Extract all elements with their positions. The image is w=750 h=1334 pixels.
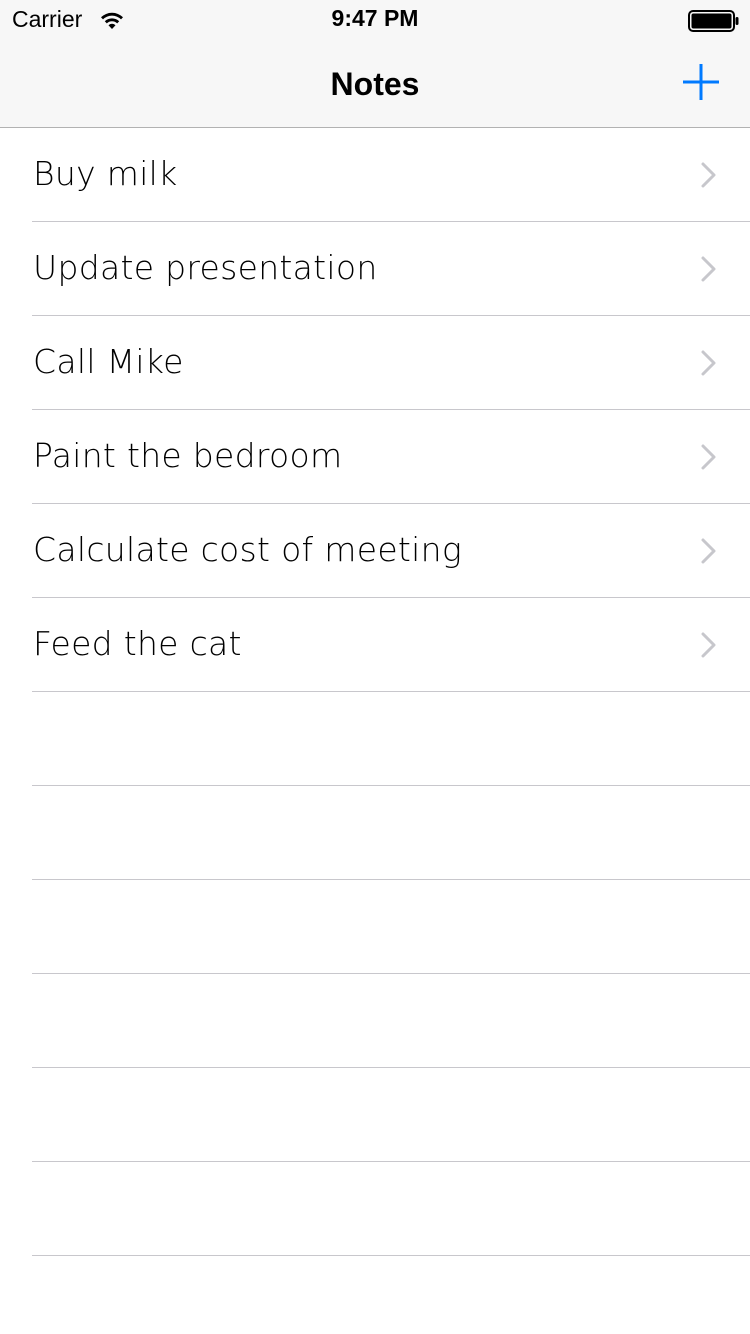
note-title: Update presentation bbox=[33, 248, 378, 287]
navigation-header: Carrier 9:47 PM Notes bbox=[0, 0, 750, 128]
empty-row bbox=[0, 880, 750, 974]
note-row-buy-milk[interactable]: Buy milk bbox=[0, 128, 750, 222]
empty-row bbox=[0, 786, 750, 880]
chevron-right-icon bbox=[701, 162, 716, 188]
chevron-right-icon bbox=[701, 632, 716, 658]
empty-row bbox=[0, 1068, 750, 1162]
chevron-right-icon bbox=[701, 350, 716, 376]
chevron-right-icon bbox=[701, 444, 716, 470]
note-row-paint-the-bedroom[interactable]: Paint the bedroom bbox=[0, 410, 750, 504]
note-row-update-presentation[interactable]: Update presentation bbox=[0, 222, 750, 316]
note-title: Paint the bedroom bbox=[33, 436, 343, 475]
notes-list: Buy milk Update presentation Call Mike P… bbox=[0, 128, 750, 1256]
page-title: Notes bbox=[330, 66, 420, 102]
note-title: Call Mike bbox=[33, 342, 184, 381]
battery-icon bbox=[688, 10, 740, 32]
note-title: Calculate cost of meeting bbox=[33, 530, 462, 569]
plus-icon bbox=[683, 64, 719, 100]
chevron-right-icon bbox=[701, 256, 716, 282]
chevron-right-icon bbox=[701, 538, 716, 564]
note-title: Feed the cat bbox=[33, 624, 242, 663]
empty-row bbox=[0, 974, 750, 1068]
note-row-call-mike[interactable]: Call Mike bbox=[0, 316, 750, 410]
empty-row bbox=[0, 1162, 750, 1256]
note-title: Buy milk bbox=[33, 154, 178, 193]
status-time: 9:47 PM bbox=[331, 5, 419, 31]
empty-row bbox=[0, 692, 750, 786]
note-row-calculate-cost-of-meeting[interactable]: Calculate cost of meeting bbox=[0, 504, 750, 598]
note-row-feed-the-cat[interactable]: Feed the cat bbox=[0, 598, 750, 692]
add-note-button[interactable] bbox=[676, 58, 726, 108]
status-bar: Carrier 9:47 PM bbox=[0, 0, 750, 40]
